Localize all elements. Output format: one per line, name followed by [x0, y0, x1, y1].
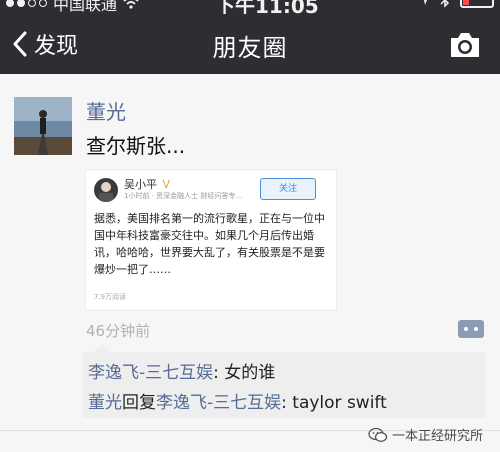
status-left: 中国联通 — [6, 0, 139, 14]
location-arrow-icon — [424, 0, 427, 5]
battery-icon — [460, 0, 494, 8]
comment-row: 董光回复李逸飞-三七互娱: taylor swift — [88, 388, 387, 413]
comment-user-link[interactable]: 李逸飞-三七互娱 — [88, 363, 213, 383]
avatar[interactable] — [14, 97, 72, 155]
status-time: 下午11:05 — [215, 0, 319, 14]
comment-text: 女的谁 — [224, 363, 276, 383]
reply-word: 回复 — [122, 393, 156, 413]
comment-text: taylor swift — [292, 393, 387, 413]
post-image[interactable]: 吴小平 V 1小时前 · 资深金融人士 财经问答专… 关注 据悉，美国排名第一的… — [86, 170, 336, 310]
watermark: 一本正经研究所 — [368, 425, 483, 444]
wifi-icon — [123, 0, 139, 9]
embed-avatar — [94, 178, 118, 202]
embed-body-text: 据悉，美国排名第一的流行歌星，正在与一位中国中年科技富豪交往中。如果几个月后传出… — [94, 212, 325, 276]
comment-separator: : — [213, 363, 225, 383]
comments-box: 李逸飞-三七互娱: 女的谁 董光回复李逸飞-三七互娱: taylor swift — [82, 344, 486, 418]
watermark-text: 一本正经研究所 — [392, 429, 484, 444]
status-right — [418, 0, 494, 8]
reply-to-user-link[interactable]: 李逸飞-三七互娱 — [156, 393, 281, 413]
embed-read-count: 7.9万阅读 — [94, 293, 127, 301]
back-button[interactable]: 发现 — [12, 26, 78, 62]
back-chevron-icon — [13, 31, 27, 57]
post-text: 查尔斯张... — [86, 134, 186, 158]
moments-screen: 中国联通 下午11:05 发现 朋友圈 董光 查尔斯张... 吴小平 V 1小时… — [0, 0, 500, 452]
camera-icon[interactable] — [448, 30, 482, 60]
nav-bar: 发现 朋友圈 — [0, 14, 500, 74]
status-bar: 中国联通 下午11:05 — [0, 0, 500, 14]
signal-dots-icon — [6, 0, 47, 7]
comment-user-link[interactable]: 董光 — [88, 393, 122, 413]
back-label: 发现 — [34, 34, 79, 59]
carrier-label: 中国联通 — [53, 0, 118, 14]
comment-icon[interactable] — [458, 320, 484, 338]
comment-separator: : — [281, 393, 293, 413]
bluetooth-icon — [440, 0, 450, 8]
verified-badge-icon: V — [162, 178, 171, 191]
embed-user-label: 吴小平 — [124, 178, 157, 191]
follow-button: 关注 — [260, 178, 316, 200]
wechat-icon — [368, 427, 388, 442]
post-author-name[interactable]: 董光 — [86, 96, 126, 125]
comment-row: 李逸飞-三七互娱: 女的谁 — [88, 358, 275, 383]
embed-user-name: 吴小平 V — [124, 176, 170, 192]
embed-meta: 1小时前 · 资深金融人士 财经问答专… — [124, 192, 243, 200]
post-timestamp: 46分钟前 — [86, 322, 151, 340]
avatar-photo — [14, 97, 72, 155]
